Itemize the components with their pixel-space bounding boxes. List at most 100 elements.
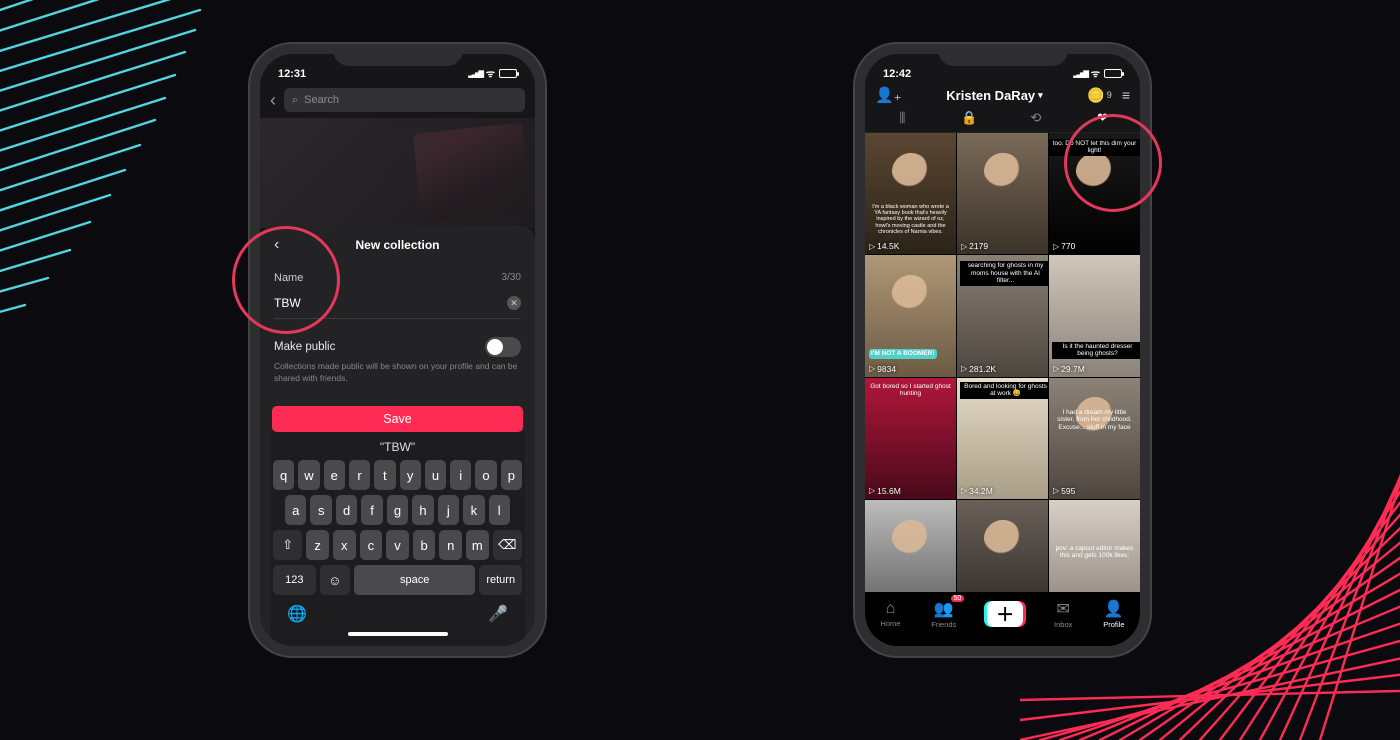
key-g[interactable]: g <box>387 495 408 525</box>
key-z[interactable]: z <box>306 530 329 560</box>
search-input[interactable]: ⌕ Search <box>284 88 525 112</box>
key-n[interactable]: n <box>439 530 462 560</box>
tab-posts[interactable]: ⫼ <box>882 110 922 126</box>
view-count: 281.2K <box>961 364 996 374</box>
key-d[interactable]: d <box>336 495 357 525</box>
key-h[interactable]: h <box>412 495 433 525</box>
video-tile[interactable]: I'm a black woman who wrote a YA fantasy… <box>865 133 956 254</box>
clear-icon[interactable]: ✕ <box>507 296 521 310</box>
view-count: 770 <box>1053 241 1075 251</box>
make-public-toggle[interactable] <box>485 337 521 357</box>
search-icon: ⌕ <box>292 94 298 107</box>
key-t[interactable]: t <box>374 460 395 490</box>
home-icon: ⌂ <box>886 600 896 618</box>
status-time: 12:42 <box>883 68 911 80</box>
nav-create[interactable]: ＋ <box>987 601 1023 627</box>
video-caption: I'm a black woman who wrote a YA fantasy… <box>867 203 954 237</box>
key-e[interactable]: e <box>324 460 345 490</box>
view-count: 15.6M <box>869 486 901 496</box>
char-counter: 3/30 <box>502 272 521 284</box>
key-space[interactable]: space <box>354 565 476 595</box>
video-tile[interactable]: Is it the haunted dresser being ghosts? 2… <box>1049 255 1140 376</box>
key-i[interactable]: i <box>450 460 471 490</box>
key-a[interactable]: a <box>285 495 306 525</box>
nav-home[interactable]: ⌂ Home <box>880 600 900 628</box>
key-k[interactable]: k <box>463 495 484 525</box>
highlight-circle-favorites-tab <box>1064 114 1162 212</box>
video-tile[interactable]: searching for ghosts in my moms house wi… <box>957 255 1048 376</box>
highlight-circle-name-field <box>232 226 340 334</box>
key-o[interactable]: o <box>475 460 496 490</box>
view-count: 9834 <box>869 364 896 374</box>
key-f[interactable]: f <box>361 495 382 525</box>
video-tile[interactable]: Bored and looking for ghosts at work 😅 34… <box>957 378 1048 499</box>
video-tile[interactable]: 2179 <box>957 133 1048 254</box>
view-count: 34.2M <box>961 486 993 496</box>
tab-reposts[interactable]: ⟲ <box>1016 110 1056 126</box>
home-indicator <box>348 632 448 636</box>
key-⌫[interactable]: ⌫ <box>493 530 522 560</box>
mic-icon[interactable]: 🎤 <box>488 604 508 624</box>
key-p[interactable]: p <box>501 460 522 490</box>
wifi-icon: ᯤ <box>1091 66 1100 80</box>
key-w[interactable]: w <box>298 460 319 490</box>
back-icon[interactable]: ‹ <box>270 90 276 111</box>
view-count: 29.7M <box>1053 364 1085 374</box>
globe-icon[interactable]: 🌐 <box>287 604 307 624</box>
phone-left: 12:31 ᯤ ‹ ⌕ Search ‹ New collection <box>250 44 545 656</box>
video-caption: I had a dream my little sister, from her… <box>1052 408 1137 432</box>
save-button-label: Save <box>383 412 412 426</box>
view-count: 14.5K <box>869 241 899 251</box>
key-v[interactable]: v <box>386 530 409 560</box>
friends-badge: 50 <box>951 595 965 602</box>
video-caption: Is it the haunted dresser being ghosts? <box>1052 342 1140 359</box>
key-emoji[interactable]: ☺ <box>320 565 350 595</box>
key-y[interactable]: y <box>400 460 421 490</box>
wifi-icon: ᯤ <box>486 66 495 80</box>
add-friend-icon[interactable]: 👤₊ <box>875 86 902 104</box>
tab-private[interactable]: 🔒 <box>949 110 989 126</box>
key-j[interactable]: j <box>438 495 459 525</box>
save-button[interactable]: Save <box>272 406 523 432</box>
bottom-nav: ⌂ Home 👥 50 Friends ＋ ✉ Inbox 👤 Profile <box>865 592 1140 646</box>
key-b[interactable]: b <box>413 530 436 560</box>
key-return[interactable]: return <box>479 565 522 595</box>
video-tile[interactable]: I had a dream my little sister, from her… <box>1049 378 1140 499</box>
nav-inbox[interactable]: ✉ Inbox <box>1054 599 1072 629</box>
key-x[interactable]: x <box>333 530 356 560</box>
nav-friends[interactable]: 👥 50 Friends <box>931 599 956 629</box>
signal-icon <box>468 68 482 79</box>
key-q[interactable]: q <box>273 460 294 490</box>
inbox-icon: ✉ <box>1057 599 1070 619</box>
key-c[interactable]: c <box>360 530 383 560</box>
view-count: 2179 <box>961 241 988 251</box>
video-caption: searching for ghosts in my moms house wi… <box>960 261 1048 285</box>
key-m[interactable]: m <box>466 530 489 560</box>
key-⇧[interactable]: ⇧ <box>273 530 302 560</box>
profile-icon: 👤 <box>1104 599 1124 619</box>
view-count: 595 <box>1053 486 1075 496</box>
profile-name[interactable]: Kristen DaRay ▾ <box>946 88 1042 103</box>
video-caption: pov: a capcut editor makes this and gets… <box>1052 544 1137 561</box>
coins-icon[interactable]: 🪙9 <box>1087 87 1111 104</box>
signal-icon <box>1073 68 1087 79</box>
background-preview <box>260 118 535 228</box>
battery-icon <box>1104 69 1122 78</box>
key-s[interactable]: s <box>310 495 331 525</box>
nav-profile[interactable]: 👤 Profile <box>1103 599 1124 629</box>
video-tile[interactable]: I'M NOT A BOOMER!9834 <box>865 255 956 376</box>
video-caption: Got bored so I started ghost hunting <box>868 382 953 399</box>
sheet-title: New collection <box>355 238 439 252</box>
keyboard-suggestion[interactable]: "TBW" <box>273 436 522 460</box>
key-r[interactable]: r <box>349 460 370 490</box>
notch <box>938 44 1068 66</box>
notch <box>333 44 463 66</box>
key-u[interactable]: u <box>425 460 446 490</box>
video-tile[interactable]: Got bored so I started ghost hunting 15.6… <box>865 378 956 499</box>
key-l[interactable]: l <box>489 495 510 525</box>
friends-icon: 👥 <box>934 599 954 619</box>
menu-icon[interactable]: ≡ <box>1122 87 1130 103</box>
video-caption: Bored and looking for ghosts at work 😅 <box>960 382 1048 399</box>
phone-right: 12:42 ᯤ 👤₊ Kristen DaRay ▾ 🪙9 ≡ <box>855 44 1150 656</box>
key-123[interactable]: 123 <box>273 565 316 595</box>
